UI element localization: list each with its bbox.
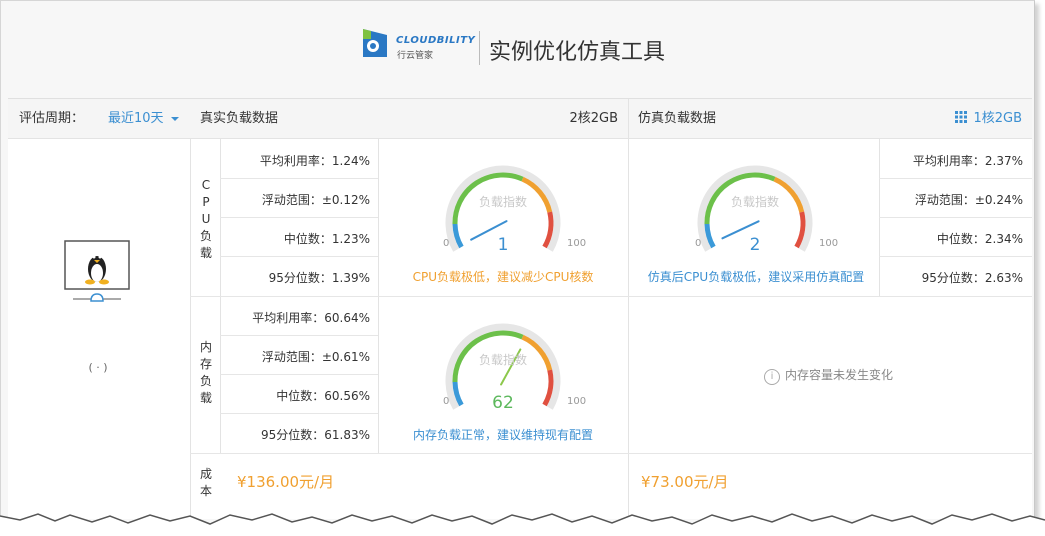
- real-load-header: 真实负载数据 2核2GB: [190, 99, 628, 139]
- divider: [190, 453, 1032, 454]
- header-divider: [479, 31, 480, 65]
- label-char: 负: [199, 229, 212, 243]
- real-mem-gauge: 负载指数 62 0 100: [443, 319, 586, 419]
- filter-header: 评估周期： 最近10天: [8, 99, 190, 139]
- real-cpu-median: 中位数：1.23%: [283, 232, 370, 246]
- cost-section-label: 成 本: [199, 466, 213, 500]
- label-char: C: [201, 178, 211, 192]
- gauge-min: 0: [695, 238, 702, 249]
- brand-subname: 行云管家: [397, 51, 434, 61]
- divider: [879, 178, 1032, 179]
- sim-cpu-message: 仿真后CPU负载极低，建议采用仿真配置: [647, 270, 865, 284]
- gauge-max: 100: [567, 396, 587, 407]
- label-char: 本: [199, 484, 212, 498]
- sim-cpu-median: 中位数：2.34%: [936, 232, 1023, 246]
- label-char: 载: [199, 246, 212, 260]
- label-char: 内: [199, 340, 212, 354]
- sim-cpu-range: 浮动范围：±0.24%: [914, 193, 1023, 207]
- gauge-title: 负载指数: [478, 195, 527, 209]
- gauge-title: 负载指数: [730, 195, 779, 209]
- sim-spec: 1核2GB: [973, 111, 1022, 126]
- gauge-value: 62: [492, 393, 514, 413]
- label-char: P: [202, 195, 210, 209]
- real-mem-p95: 95分位数：61.83%: [260, 428, 370, 442]
- gauge-max: 100: [819, 238, 839, 249]
- label-char: 负: [199, 374, 212, 388]
- sim-cpu-avg: 平均利用率：2.37%: [912, 154, 1023, 168]
- real-spec: 2核2GB: [569, 111, 618, 126]
- sim-cpu-gauge: 负载指数 2 0 100: [695, 161, 838, 261]
- label-char: 成: [199, 467, 212, 481]
- label-char: U: [201, 212, 211, 226]
- sim-load-header: 仿真负载数据 1核2GB: [628, 99, 1032, 139]
- gauge-min: 0: [443, 396, 450, 407]
- real-cost: ¥136.00元/月: [237, 473, 335, 491]
- sim-cpu-p95: 95分位数：2.63%: [921, 271, 1023, 285]
- gauge-value: 2: [749, 235, 761, 255]
- window-frame: CLOUDBILITY 行云管家 实例优化仿真工具 评估周期： 最近10天 真实…: [0, 0, 1035, 528]
- divider: [220, 217, 378, 218]
- sim-cost: ¥73.00元/月: [641, 473, 729, 491]
- gauge-title: 负载指数: [478, 353, 527, 367]
- caret-down-icon: [170, 116, 179, 121]
- real-cpu-p95: 95分位数：1.39%: [268, 271, 370, 285]
- real-cpu-gauge: 负载指数 1 0 100: [443, 161, 586, 261]
- page-title: 实例优化仿真工具: [489, 40, 666, 65]
- real-cpu-avg: 平均利用率：1.24%: [259, 154, 370, 168]
- cpu-section-label: C P U 负 载: [199, 177, 213, 262]
- spec-selector[interactable]: 1核2GB: [955, 99, 1022, 139]
- divider: [190, 296, 1032, 297]
- cloudbility-logo-icon: [363, 29, 387, 57]
- gauge-max: 100: [567, 238, 587, 249]
- real-cpu-range: 浮动范围：±0.12%: [261, 193, 370, 207]
- torn-edge: [0, 513, 1045, 536]
- real-mem-avg: 平均利用率：60.64%: [252, 311, 370, 325]
- instance-caption: ( · ): [88, 361, 108, 374]
- divider: [879, 256, 1032, 257]
- info-icon: i: [764, 369, 780, 385]
- period-value: 最近10天: [108, 111, 164, 126]
- divider: [220, 256, 378, 257]
- label-char: 存: [199, 357, 212, 371]
- period-label: 评估周期：: [19, 111, 85, 126]
- sim-memory-info-text: 内存容量未发生变化: [785, 368, 894, 382]
- sim-load-title: 仿真负载数据: [638, 111, 717, 126]
- divider: [190, 139, 191, 519]
- real-cpu-message: CPU负载极低，建议减少CPU核数: [412, 270, 594, 284]
- comparison-table: 评估周期： 最近10天 真实负载数据 2核2GB 仿真负载数据 1核2GB (…: [8, 98, 1032, 519]
- sim-memory-info: i 内存容量未发生变化: [764, 366, 893, 385]
- linux-instance-icon: [64, 240, 130, 302]
- divider: [220, 413, 378, 414]
- divider: [220, 178, 378, 179]
- real-mem-message: 内存负载正常，建议维持现有配置: [412, 428, 593, 442]
- memory-section-label: 内 存 负 载: [199, 339, 213, 407]
- label-char: 载: [199, 391, 212, 405]
- real-load-title: 真实负载数据: [200, 111, 279, 126]
- grid-icon: [955, 111, 968, 123]
- gauge-value: 1: [497, 235, 509, 255]
- divider: [628, 99, 629, 519]
- divider: [879, 217, 1032, 218]
- period-dropdown[interactable]: 最近10天: [108, 99, 179, 139]
- real-mem-range: 浮动范围：±0.61%: [261, 350, 370, 364]
- brand-name: CLOUDBILITY: [396, 35, 476, 46]
- real-mem-median: 中位数：60.56%: [276, 389, 370, 403]
- gauge-min: 0: [443, 238, 450, 249]
- page-header: CLOUDBILITY 行云管家 实例优化仿真工具: [1, 1, 1034, 97]
- divider: [220, 335, 378, 336]
- divider: [220, 374, 378, 375]
